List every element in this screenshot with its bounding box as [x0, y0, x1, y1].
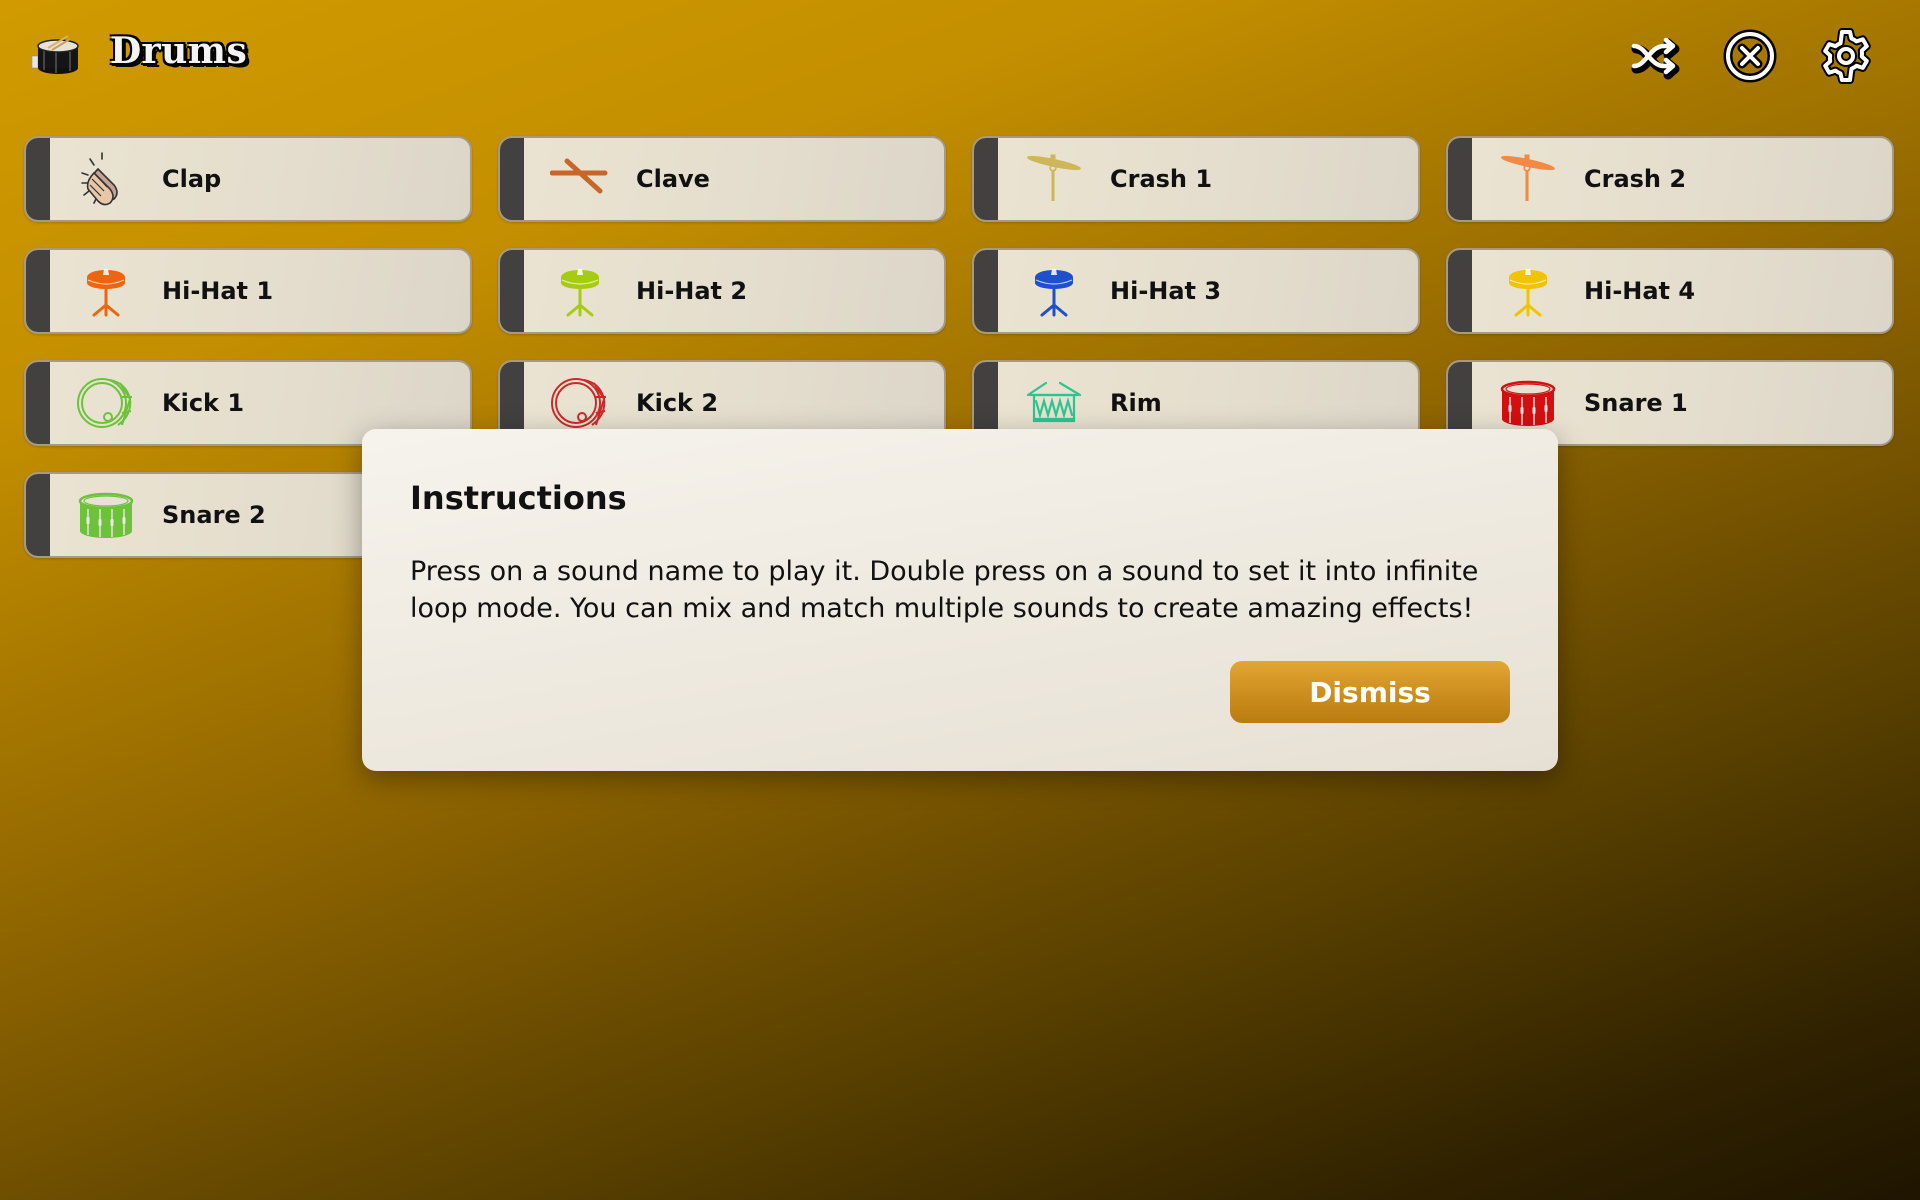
sound-pad-hi-hat-3[interactable]: Hi-Hat 3 — [972, 248, 1420, 334]
sound-pad-hi-hat-4[interactable]: Hi-Hat 4 — [1446, 248, 1894, 334]
hi-hat-icon — [1498, 263, 1558, 319]
pad-loop-indicator — [974, 138, 998, 220]
hi-hat-icon — [1024, 263, 1084, 319]
sound-pad-crash-1[interactable]: Crash 1 — [972, 136, 1420, 222]
sound-pad-clap[interactable]: Clap — [24, 136, 472, 222]
dialog-title: Instructions — [410, 479, 627, 517]
pad-label: Crash 2 — [1584, 165, 1687, 193]
pad-label: Crash 1 — [1110, 165, 1213, 193]
clapping-hands-icon — [76, 151, 136, 207]
snare-drum-icon — [1498, 375, 1558, 431]
pad-loop-indicator — [974, 250, 998, 332]
pad-label: Clave — [636, 165, 710, 193]
pad-loop-indicator — [26, 362, 50, 444]
pad-label: Kick 1 — [162, 389, 245, 417]
shuffle-button[interactable] — [1628, 28, 1684, 84]
stop-all-button[interactable] — [1722, 28, 1778, 84]
kick-drum-icon — [76, 375, 136, 431]
hi-hat-icon — [76, 263, 136, 319]
rim-drum-icon — [1024, 375, 1084, 431]
dialog-body: Press on a sound name to play it. Double… — [410, 556, 1479, 624]
snare-drum-logo-icon — [31, 34, 80, 76]
gear-icon — [1821, 28, 1871, 84]
pad-loop-indicator — [26, 138, 50, 220]
clave-sticks-icon — [549, 151, 610, 207]
sound-pad-clave[interactable]: Clave — [498, 136, 946, 222]
pad-loop-indicator — [500, 138, 524, 220]
dismiss-button[interactable]: Dismiss — [1230, 661, 1510, 723]
pad-label: Hi-Hat 3 — [1110, 277, 1222, 305]
crash-cymbal-icon — [1024, 151, 1084, 207]
pad-loop-indicator — [500, 250, 524, 332]
kick-drum-icon — [550, 375, 610, 431]
sound-pad-crash-2[interactable]: Crash 2 — [1446, 136, 1894, 222]
pad-label: Hi-Hat 4 — [1584, 277, 1696, 305]
pad-label: Snare 1 — [1584, 389, 1688, 417]
hi-hat-icon — [550, 263, 610, 319]
pad-loop-indicator — [1448, 250, 1472, 332]
settings-button[interactable] — [1818, 28, 1874, 84]
snare-drum-icon — [76, 487, 136, 543]
shuffle-icon — [1631, 37, 1680, 80]
pad-label: Clap — [162, 165, 222, 193]
crash-cymbal-icon — [1498, 151, 1558, 207]
app-title: Drums — [110, 30, 248, 72]
sound-pad-hi-hat-1[interactable]: Hi-Hat 1 — [24, 248, 472, 334]
pad-label: Hi-Hat 1 — [162, 277, 274, 305]
pad-loop-indicator — [26, 474, 50, 556]
pad-label: Snare 2 — [162, 501, 266, 529]
pad-loop-indicator — [26, 250, 50, 332]
app-header: Drums — [0, 0, 1920, 112]
pad-loop-indicator — [1448, 138, 1472, 220]
sound-pad-hi-hat-2[interactable]: Hi-Hat 2 — [498, 248, 946, 334]
instructions-dialog: Instructions Press on a sound name to pl… — [362, 429, 1558, 771]
pad-label: Hi-Hat 2 — [636, 277, 748, 305]
close-circle-icon — [1723, 29, 1777, 83]
